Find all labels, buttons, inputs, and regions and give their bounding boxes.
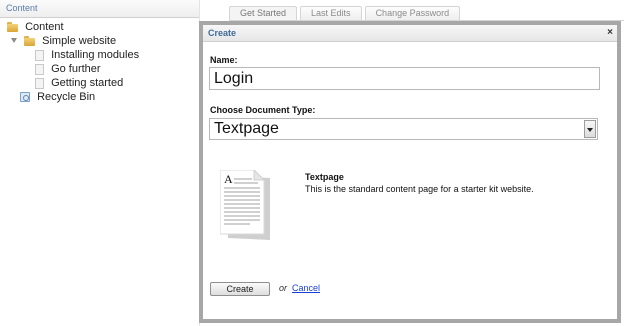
close-icon[interactable]: × (607, 25, 613, 41)
cancel-link[interactable]: Cancel (292, 283, 320, 293)
name-input[interactable] (209, 67, 600, 90)
tree-item-recycle-bin[interactable]: Recycle Bin (20, 90, 95, 104)
chevron-down-icon[interactable] (584, 120, 596, 138)
tree-item-installing-modules[interactable]: Installing modules (35, 48, 139, 62)
or-text: or (279, 283, 288, 293)
tab-change-password[interactable]: Change Password (364, 6, 461, 20)
tree-item-label: Installing modules (51, 49, 140, 62)
document-type-label: Choose Document Type: (210, 105, 316, 115)
content-tree-panel: Content Content Simple website Installin… (0, 0, 200, 326)
tree-item-label: Recycle Bin (37, 91, 96, 104)
tree-item-content[interactable]: Content (7, 20, 64, 34)
page-icon (35, 63, 44, 75)
tree-item-go-further[interactable]: Go further (35, 62, 101, 76)
dialog-title-bar: Create × (203, 25, 617, 42)
expand-arrow-icon[interactable] (10, 37, 18, 45)
page-icon (35, 77, 44, 89)
folder-icon (7, 22, 18, 33)
document-type-value: Textpage (214, 120, 279, 137)
tree-item-getting-started[interactable]: Getting started (35, 76, 123, 90)
tree-item-label: Getting started (51, 77, 124, 90)
thumbnail-letter: A (224, 172, 233, 186)
tree-item-simple-website[interactable]: Simple website (10, 34, 116, 48)
tab-last-edits[interactable]: Last Edits (300, 6, 362, 20)
create-button[interactable]: Create (210, 282, 270, 296)
tree-item-label: Content (25, 21, 64, 34)
tab-get-started[interactable]: Get Started (229, 6, 298, 20)
document-type-name: Textpage (305, 172, 344, 182)
create-dialog: Create × Name: Choose Document Type: Tex… (199, 21, 621, 323)
tree-item-label: Simple website (42, 35, 117, 48)
document-type-description: This is the standard content page for a … (305, 184, 534, 194)
tree-header: Content (0, 0, 199, 18)
recycle-bin-icon (20, 92, 30, 103)
document-type-thumbnail-icon: A (220, 170, 270, 240)
page-icon (35, 49, 44, 61)
document-type-select[interactable]: Textpage (209, 118, 598, 140)
tree-item-label: Go further (51, 63, 101, 76)
dialog-title: Create (208, 28, 237, 38)
dashboard-tabs: Get Started Last Edits Change Password (229, 6, 461, 20)
folder-icon (24, 36, 36, 47)
name-label: Name: (210, 55, 238, 65)
